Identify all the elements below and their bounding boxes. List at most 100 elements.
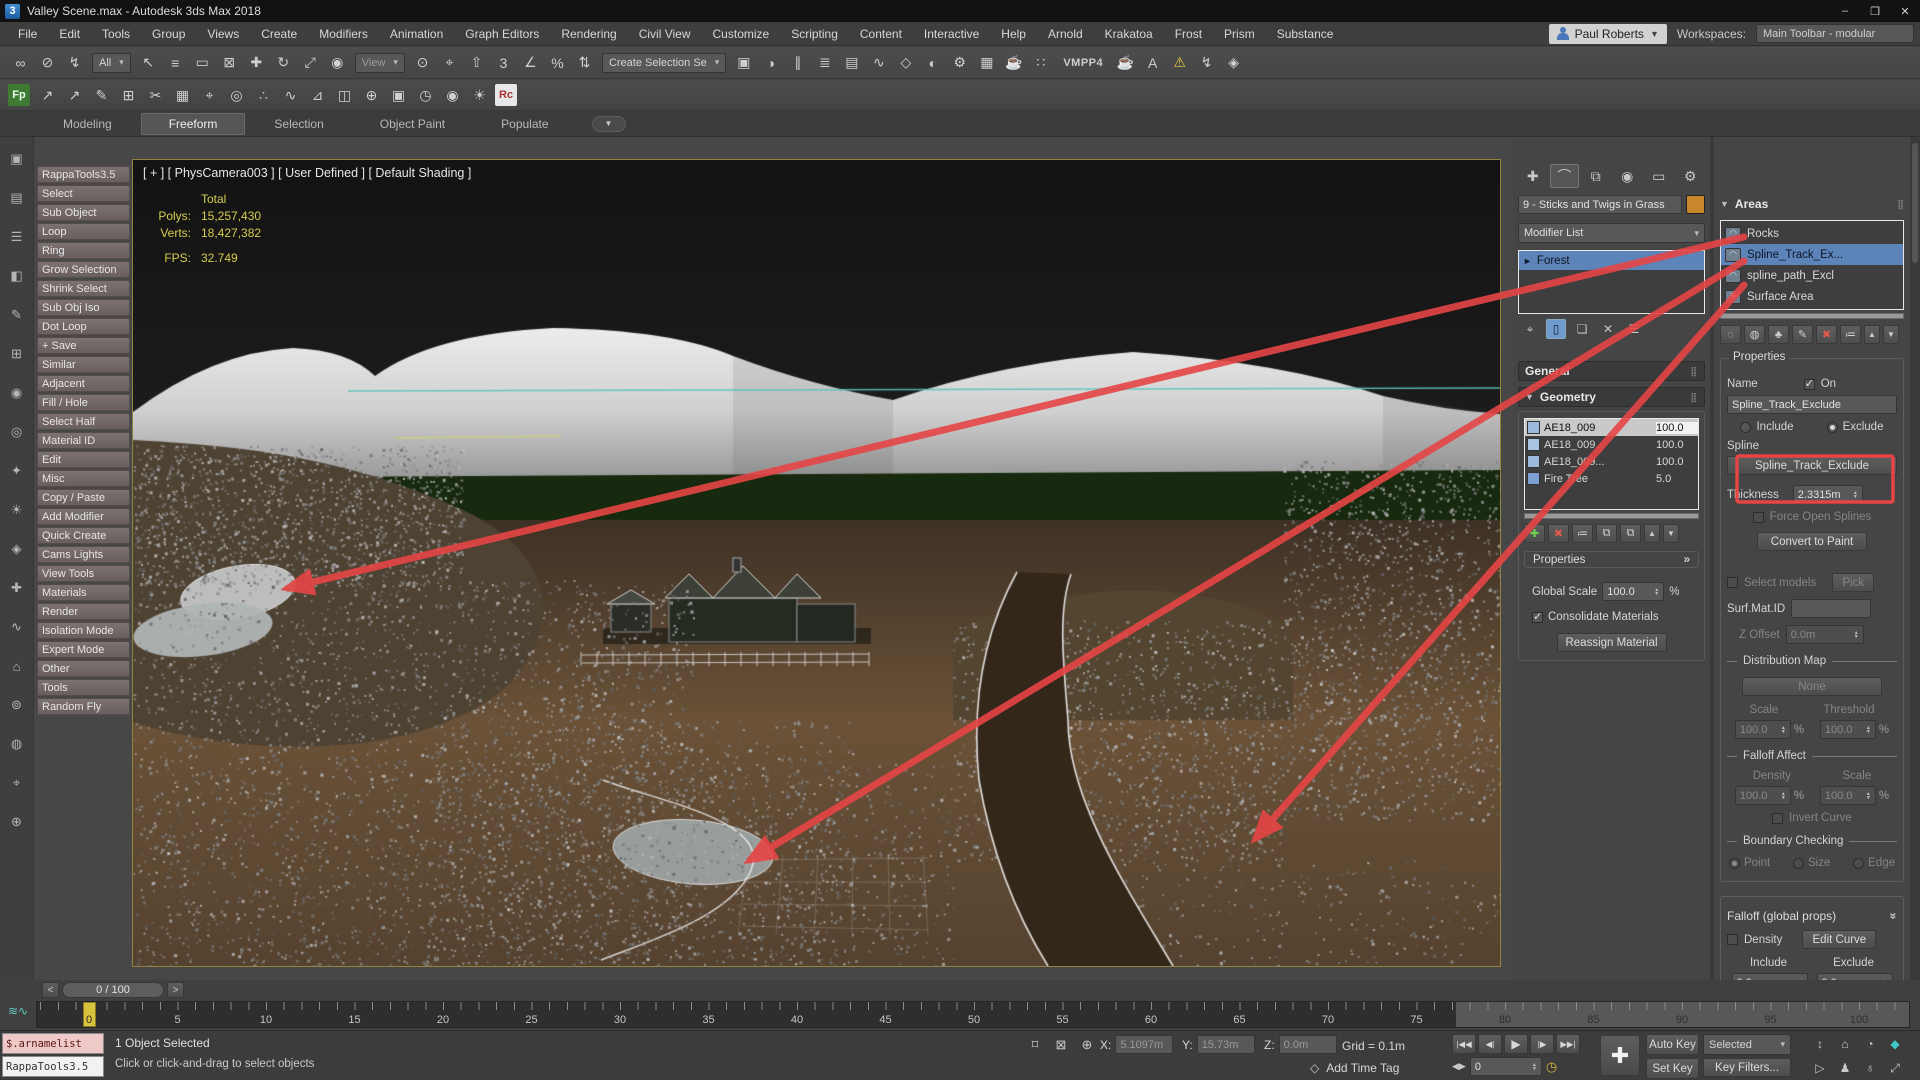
configure-modifier-sets-icon[interactable]: ☰ [1624, 319, 1644, 339]
geometry-list-scrollbar[interactable] [1524, 513, 1699, 519]
plus-icon[interactable]: ✚ [7, 578, 27, 598]
render-setup-icon[interactable]: ⚙ [947, 50, 972, 75]
rappatools-button[interactable]: RappaTools3.5 [37, 166, 130, 183]
area-down-icon[interactable]: ▼ [1883, 325, 1899, 344]
material-editor-icon[interactable]: ◐ [920, 50, 945, 75]
spinner-icon[interactable] [1853, 491, 1858, 499]
rappatools-button[interactable]: Select [37, 185, 130, 202]
time-slider-value[interactable]: 0 / 100 [62, 982, 164, 998]
modifier-list-dropdown[interactable]: Modifier List [1518, 223, 1705, 243]
table-icon[interactable]: ▦ [170, 83, 195, 108]
utilities-tab-icon[interactable]: ⚙ [1676, 164, 1706, 188]
plugin-icon[interactable]: ◈ [1221, 50, 1246, 75]
minimize-button[interactable]: – [1830, 0, 1860, 22]
geometry-list-row[interactable]: AE18_009...100.0 [1525, 453, 1698, 470]
camera-icon[interactable]: ◫ [332, 83, 357, 108]
menu-item[interactable]: Create [251, 27, 307, 41]
rappatools-button[interactable]: + Save [37, 337, 130, 354]
disc-icon[interactable]: ◍ [7, 734, 27, 754]
rappatools-button[interactable]: Shrink Select [37, 280, 130, 297]
freeform-arrow-icon[interactable]: ↗ [35, 83, 60, 108]
orbit-icon[interactable]: ⊚ [7, 695, 27, 715]
panel-icon[interactable]: ▤ [7, 188, 27, 208]
zoom-icon[interactable]: ↕ [1810, 1034, 1830, 1054]
key-mode-toggle-icon[interactable]: ◀▶ [1452, 1061, 1466, 1072]
sun-icon[interactable]: ☀ [7, 500, 27, 520]
rendered-frame-window-icon[interactable]: ▦ [974, 50, 999, 75]
menu-item[interactable]: Frost [1165, 27, 1212, 41]
areas-list-scrollbar[interactable] [1720, 313, 1904, 319]
modifier-stack-row[interactable]: ►Forest [1519, 251, 1704, 270]
pin-stack-icon[interactable]: ⌖ [1520, 319, 1540, 339]
paste-item-icon[interactable]: ⧉ [1620, 524, 1641, 543]
snaps-toggle-icon[interactable]: 3 [491, 50, 516, 75]
rappatools-button[interactable]: Material ID [37, 432, 130, 449]
previous-frame-slider-button[interactable]: < [42, 982, 59, 998]
boundary-size-radio[interactable] [1793, 858, 1804, 869]
geometry-list-row[interactable]: AE18_009100.0 [1525, 419, 1698, 436]
select-object-icon[interactable]: ↖ [136, 50, 161, 75]
selection-filter-dropdown[interactable]: All [92, 53, 131, 73]
rappatools-button[interactable]: Copy / Paste [37, 489, 130, 506]
rectangular-selection-region-icon[interactable]: ▭ [190, 50, 215, 75]
dist-threshold-field[interactable]: 100.0 [1820, 720, 1876, 739]
pick-button[interactable]: Pick [1832, 573, 1874, 592]
include-radio[interactable] [1740, 422, 1751, 433]
maxscript-listener-line1[interactable]: $.arnamelist [2, 1033, 104, 1054]
area-list-row[interactable]: ◠spline_path_Excl [1721, 265, 1903, 286]
dist-scale-field[interactable]: 100.0 [1735, 720, 1791, 739]
invert-curve-checkbox[interactable] [1772, 813, 1783, 824]
select-and-rotate-icon[interactable]: ↻ [271, 50, 296, 75]
panel-scrollbar[interactable] [1910, 137, 1920, 980]
distribution-map-none-button[interactable]: None [1742, 677, 1882, 696]
percent-snap-toggle-icon[interactable]: % [545, 50, 570, 75]
clock-icon[interactable]: ◷ [413, 83, 438, 108]
home-icon[interactable]: ⌂ [7, 656, 27, 676]
zoom-all-icon[interactable]: ⌂ [1835, 1034, 1855, 1054]
menu-item[interactable]: Content [850, 27, 912, 41]
force-open-splines-checkbox[interactable] [1753, 512, 1764, 523]
selection-lock-toggle-icon[interactable]: ⊠ [1051, 1035, 1071, 1055]
bind-to-space-warp-icon[interactable]: ↯ [62, 50, 87, 75]
edit-curve-button[interactable]: Edit Curve [1802, 930, 1876, 949]
render-teapot-icon[interactable]: ☕ [1113, 50, 1138, 75]
next-frame-button[interactable]: |▶ [1530, 1034, 1554, 1054]
add-object-area-icon[interactable]: ◍ [1744, 325, 1765, 344]
cut-icon[interactable]: ✂ [143, 83, 168, 108]
rappatools-button[interactable]: Similar [37, 356, 130, 373]
rappatools-button[interactable]: Dot Loop [37, 318, 130, 335]
remove-modifier-icon[interactable]: ✕ [1598, 319, 1618, 339]
unlink-selection-icon[interactable]: ⊘ [35, 50, 60, 75]
rappatools-button[interactable]: Cams Lights [37, 546, 130, 563]
menu-item[interactable]: Tools [92, 27, 140, 41]
field-of-view-icon[interactable]: ▷ [1810, 1058, 1830, 1078]
use-pivot-point-center-icon[interactable]: ⊙ [410, 50, 435, 75]
rappatools-button[interactable]: View Tools [37, 565, 130, 582]
menu-item[interactable]: Animation [380, 27, 453, 41]
pencil-icon[interactable]: ✎ [7, 305, 27, 325]
reference-coordinate-dropdown[interactable]: View [355, 53, 405, 73]
menu-item[interactable]: Prism [1214, 27, 1265, 41]
spinner-snap-toggle-icon[interactable]: ⇅ [572, 50, 597, 75]
menu-item[interactable]: Group [142, 27, 195, 41]
ribbon-tab[interactable]: Populate [474, 114, 575, 134]
ribbon-overflow-button[interactable]: ▼ [592, 116, 626, 132]
rappatools-button[interactable]: Loop [37, 223, 130, 240]
menu-item[interactable]: Scripting [781, 27, 848, 41]
isolate-selection-toggle-icon[interactable]: ⌑ [1025, 1035, 1045, 1055]
ribbon-tab[interactable]: Object Paint [353, 114, 472, 134]
surf-mat-id-field[interactable] [1791, 599, 1871, 618]
grid-plus-icon[interactable]: ⊞ [7, 344, 27, 364]
select-and-move-icon[interactable]: ✚ [244, 50, 269, 75]
angle-snap-toggle-icon[interactable]: ∠ [518, 50, 543, 75]
y-coordinate-field[interactable]: 15.73m [1197, 1035, 1255, 1054]
geometry-rollout[interactable]: ▼Geometry⣿ [1518, 387, 1705, 407]
user-account-menu[interactable]: Paul Roberts ▼ [1549, 24, 1667, 44]
falloff-density-checkbox[interactable] [1727, 934, 1738, 945]
menu-item[interactable]: Krakatoa [1095, 27, 1163, 41]
add-geometry-icon[interactable]: ✚ [1524, 524, 1545, 543]
workspace-dropdown[interactable]: Main Toolbar - modular [1756, 24, 1914, 43]
grid-icon[interactable]: ⊞ [116, 83, 141, 108]
add-forest-area-icon[interactable]: ♣ [1768, 325, 1789, 344]
window-crossing-toggle-icon[interactable]: ⊠ [217, 50, 242, 75]
